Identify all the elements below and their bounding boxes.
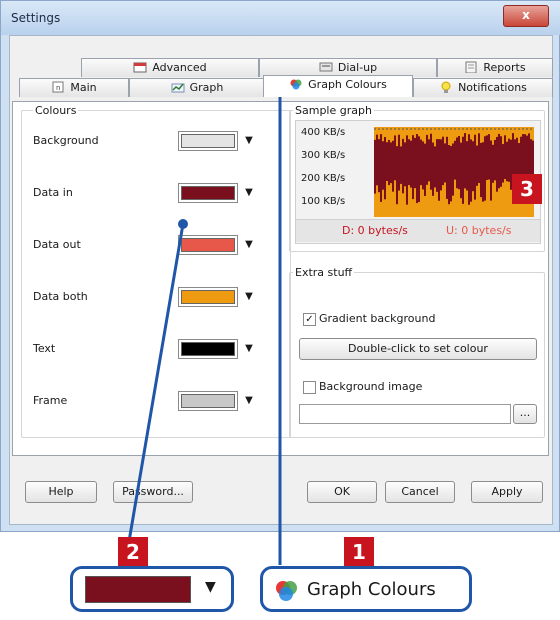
callout-3: 3 xyxy=(512,174,542,204)
callout-2: 2 xyxy=(118,537,148,567)
tab-graph-colours[interactable]: Graph Colours xyxy=(263,75,413,97)
tab-label: Graph Colours xyxy=(308,78,387,91)
palette-icon xyxy=(289,78,303,90)
zoom-tab-label: Graph Colours xyxy=(307,579,436,600)
palette-icon xyxy=(273,578,299,605)
zoom-swatch xyxy=(85,576,191,603)
chevron-down-icon: ▼ xyxy=(205,579,216,595)
zoom-swatch-callout: ▼ xyxy=(70,566,234,612)
zoom-tab-callout: Graph Colours xyxy=(260,566,472,612)
callout-1: 1 xyxy=(344,537,374,567)
